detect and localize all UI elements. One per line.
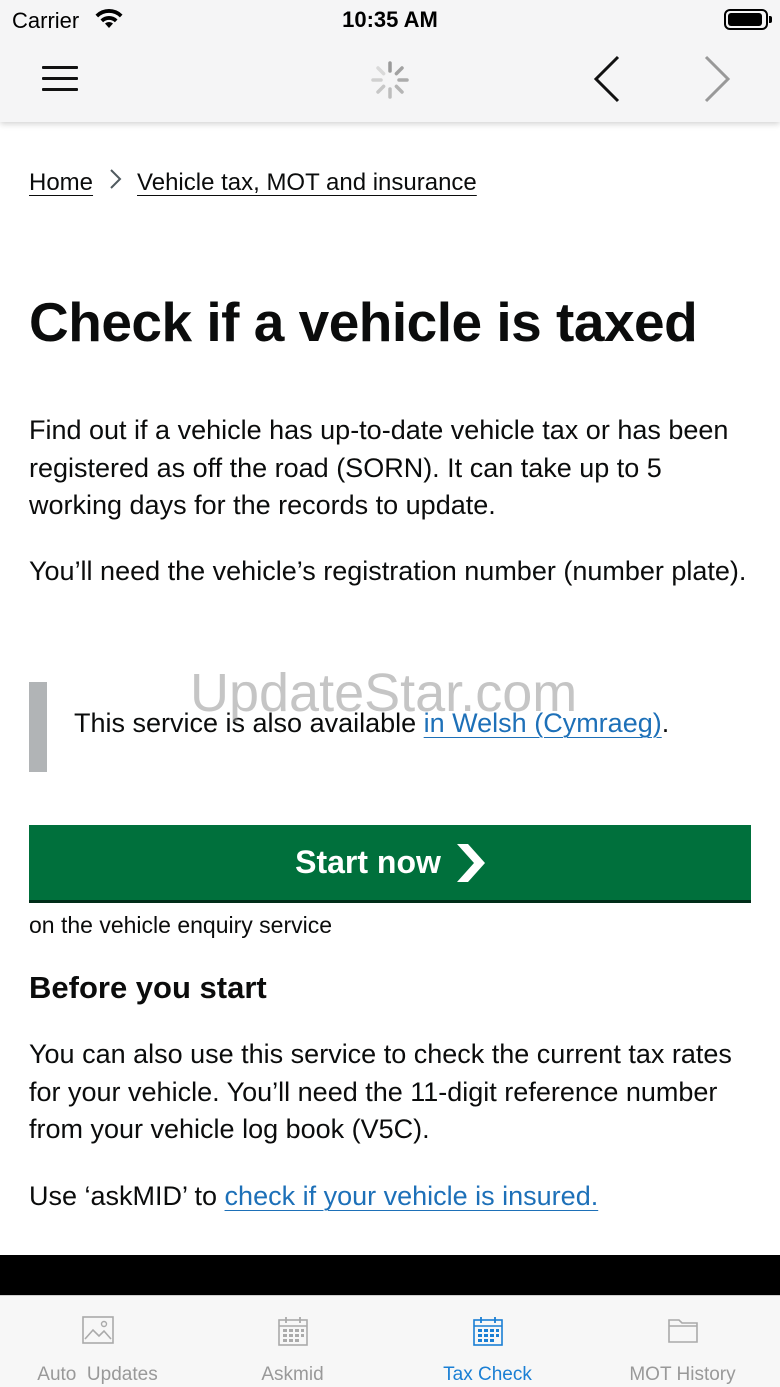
need-paragraph: You’ll need the vehicle’s registration n…	[29, 556, 747, 586]
inset-text-start: This service is also available	[74, 708, 424, 738]
footer-bar	[0, 1255, 780, 1295]
chevron-left-icon[interactable]	[590, 54, 626, 104]
askmid-text: Use ‘askMID’ to	[29, 1181, 225, 1211]
askmid-link[interactable]: check if your vehicle is insured.	[225, 1181, 599, 1211]
calendar-icon	[472, 1316, 503, 1351]
arrow-right-icon	[456, 843, 485, 882]
welsh-inset: This service is also available in Welsh …	[29, 682, 749, 772]
web-content: Home Vehicle tax, MOT and insurance Chec…	[0, 122, 780, 1255]
welsh-link[interactable]: in Welsh (Cymraeg)	[424, 708, 662, 738]
before-heading: Before you start	[29, 970, 267, 1005]
tab-label: Auto Updates	[37, 1364, 158, 1385]
inset-text: This service is also available in Welsh …	[74, 708, 669, 739]
inset-border	[29, 682, 47, 772]
tab-askmid[interactable]: Askmid	[195, 1296, 390, 1387]
breadcrumb-home-link[interactable]: Home	[29, 169, 93, 197]
breadcrumb: Home Vehicle tax, MOT and insurance	[29, 168, 477, 197]
top-bar: Carrier 10:35 AM	[0, 0, 780, 122]
chevron-right-icon[interactable]	[698, 54, 734, 104]
status-bar: Carrier 10:35 AM	[0, 0, 780, 40]
before-paragraph: You can also use this service to check t…	[29, 1039, 732, 1144]
start-now-label: Start now	[295, 844, 441, 880]
tab-mot-history[interactable]: MOT History	[585, 1296, 780, 1387]
tab-tax-check[interactable]: Tax Check	[390, 1296, 585, 1387]
spinner-icon	[370, 60, 410, 100]
tab-label: MOT History	[629, 1364, 736, 1385]
page-title: Check if a vehicle is taxed	[29, 291, 698, 353]
folder-icon	[667, 1316, 698, 1349]
askmid-paragraph: Use ‘askMID’ to check if your vehicle is…	[29, 1178, 751, 1216]
inset-text-end: .	[661, 708, 670, 738]
battery-icon	[724, 9, 772, 30]
breadcrumb-section-link[interactable]: Vehicle tax, MOT and insurance	[137, 169, 477, 197]
intro-paragraph: Find out if a vehicle has up-to-date veh…	[29, 415, 729, 520]
tab-auto-updates[interactable]: Auto Updates	[0, 1296, 195, 1387]
tab-label: Askmid	[261, 1364, 324, 1385]
tab-bar: Auto Updates Askmid Tax Check MOT Histor…	[0, 1295, 780, 1387]
start-note: on the vehicle enquiry service	[29, 912, 332, 938]
clock: 10:35 AM	[342, 7, 438, 32]
chevron-right-icon	[109, 168, 123, 197]
photo-icon	[81, 1316, 114, 1349]
start-now-button[interactable]: Start now	[29, 825, 751, 900]
hamburger-icon[interactable]	[42, 66, 78, 92]
calendar-icon	[277, 1316, 308, 1351]
tab-label: Tax Check	[443, 1364, 532, 1385]
